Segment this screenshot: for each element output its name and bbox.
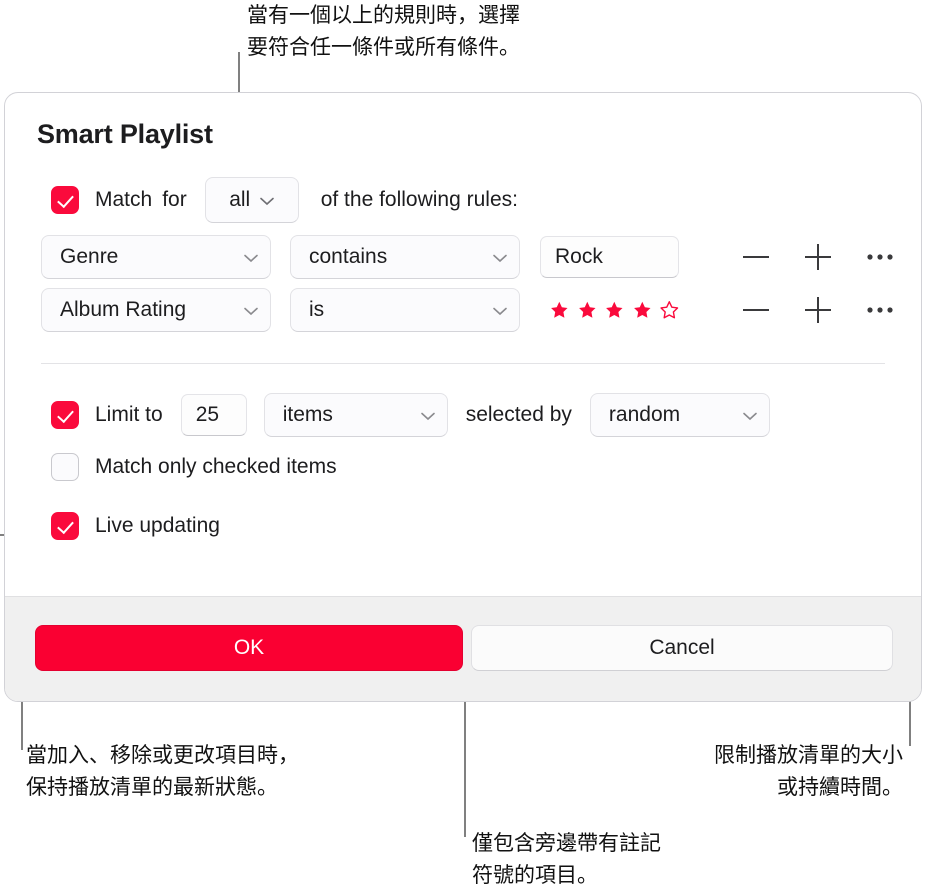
limit-unit-dropdown[interactable]: items [263,393,448,437]
add-rule-button[interactable] [798,239,838,275]
match-for-label: for [162,188,187,211]
more-options-button[interactable] [860,292,900,328]
chevron-down-icon [420,403,435,427]
match-row: Match for all of the following rules: [51,177,518,223]
rule-row: Genre contains Rock [41,235,900,279]
cancel-button[interactable]: Cancel [471,625,893,671]
minus-icon [743,256,769,258]
live-updating-checkbox[interactable] [51,512,79,540]
match-suffix-label: of the following rules: [320,188,518,211]
callout-top: 當有一個以上的規則時，選擇 要符合任一條件或所有條件。 [247,4,520,59]
rule-star-rating[interactable] [550,298,679,322]
selection-method-dropdown[interactable]: random [589,393,770,437]
callout-bottom-center: 僅包含旁邊帶有註記 符號的項目。 [472,832,661,887]
match-only-checked-label: Match only checked items [95,455,337,478]
chevron-down-icon [260,188,275,212]
rule-value-text: Rock [555,245,603,268]
star-filled-icon[interactable] [633,298,652,322]
match-operator-dropdown[interactable]: all [204,177,299,223]
star-empty-icon[interactable] [660,298,679,322]
chevron-down-icon [493,298,507,322]
callout-bottom-right: 限制播放清單的大小 或持續時間。 [714,744,903,799]
ok-button[interactable]: OK [35,625,463,671]
ellipsis-icon [867,307,893,313]
rule-value-input[interactable]: Rock [540,236,679,278]
match-label: Match [95,188,153,211]
plus-icon [805,244,831,270]
rule-condition-dropdown[interactable]: is [290,288,520,332]
star-filled-icon[interactable] [550,298,569,322]
rule-row: Album Rating is [41,288,900,332]
limit-row: Limit to 25 items selected by random [51,393,770,437]
dialog-footer: OK Cancel [5,596,921,701]
chevron-down-icon [244,298,258,322]
rule-field-value: Genre [60,245,119,268]
match-operator-value: all [229,188,251,211]
remove-rule-button[interactable] [736,239,776,275]
live-updating-label: Live updating [95,514,220,537]
divider [41,363,885,364]
rule-field-value: Album Rating [60,298,187,321]
ellipsis-icon [867,254,893,260]
callout-bottom-left: 當加入、移除或更改項目時， 保持播放清單的最新狀態。 [26,744,299,799]
rule-condition-dropdown[interactable]: contains [290,235,520,279]
rule-condition-value: contains [309,245,388,268]
more-options-button[interactable] [860,239,900,275]
limit-amount-input[interactable]: 25 [180,394,247,436]
remove-rule-button[interactable] [736,292,776,328]
minus-icon [743,309,769,311]
add-rule-button[interactable] [798,292,838,328]
page-title: Smart Playlist [37,119,213,149]
rule-field-dropdown[interactable]: Genre [41,235,271,279]
selection-method-value: random [608,403,681,426]
limit-label: Limit to [95,403,163,426]
rule-condition-value: is [309,298,325,321]
rule-field-dropdown[interactable]: Album Rating [41,288,271,332]
match-only-checked-checkbox[interactable] [51,453,79,481]
selected-by-label: selected by [465,403,572,426]
chevron-down-icon [743,403,757,427]
star-filled-icon[interactable] [605,298,624,322]
plus-icon [805,297,831,323]
limit-unit-value: items [282,403,333,426]
star-filled-icon[interactable] [578,298,597,322]
limit-checkbox[interactable] [51,401,79,429]
chevron-down-icon [493,245,507,269]
chevron-down-icon [244,245,258,269]
match-checked-row: Match only checked items [51,453,337,481]
limit-amount-value: 25 [195,403,220,426]
live-updating-row: Live updating [51,512,220,540]
smart-playlist-dialog: Smart Playlist Match for all of the foll… [4,92,922,702]
match-checkbox[interactable] [51,186,79,214]
